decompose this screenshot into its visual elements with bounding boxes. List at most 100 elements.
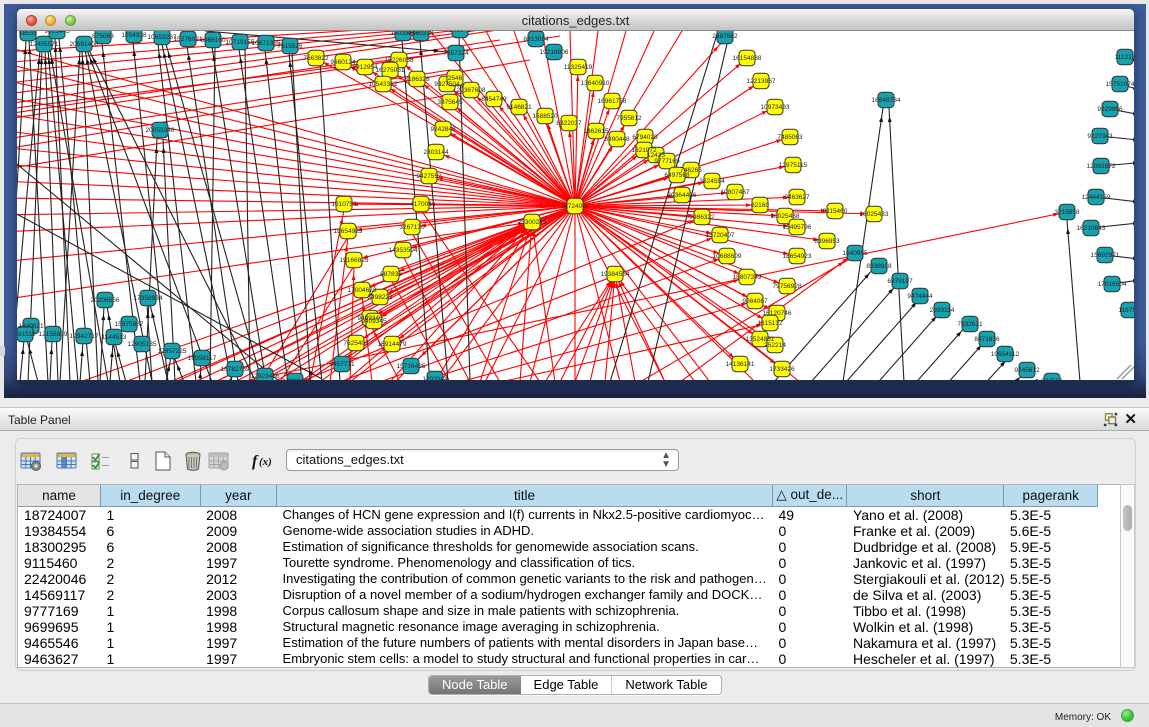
- svg-text:12923466: 12923466: [251, 373, 280, 380]
- svg-text:9427552: 9427552: [416, 173, 442, 180]
- svg-text:3267130: 3267130: [399, 224, 425, 231]
- svg-text:2933114: 2933114: [930, 307, 955, 314]
- svg-text:1733426: 1733426: [769, 366, 795, 373]
- svg-text:79756928: 79756928: [773, 283, 802, 290]
- svg-text:10688609: 10688609: [713, 253, 742, 260]
- svg-text:3624554: 3624554: [699, 178, 725, 185]
- svg-text:18535: 18535: [19, 31, 37, 37]
- svg-text:9084067: 9084067: [742, 298, 768, 305]
- svg-text:20364436: 20364436: [668, 192, 697, 199]
- svg-text:10025433: 10025433: [860, 211, 889, 218]
- svg-text:10719155: 10719155: [226, 39, 255, 46]
- svg-text:12093872: 12093872: [1087, 163, 1116, 170]
- svg-text:16914479: 16914479: [378, 341, 407, 348]
- svg-text:8471636: 8471636: [974, 336, 1000, 343]
- svg-text:10654112: 10654112: [991, 351, 1020, 358]
- svg-text:11325419: 11325419: [564, 64, 593, 71]
- svg-text:7485063: 7485063: [777, 134, 803, 141]
- svg-text:1640955: 1640955: [842, 250, 868, 257]
- svg-text:18807249: 18807249: [733, 274, 762, 281]
- svg-text:10025438: 10025438: [771, 213, 800, 220]
- svg-text:1144513: 1144513: [102, 334, 127, 341]
- svg-text:12156859: 12156859: [39, 331, 68, 338]
- svg-text:6497568: 6497568: [664, 172, 690, 179]
- svg-text:9227343: 9227343: [1087, 133, 1113, 140]
- svg-text:8990448: 8990448: [604, 136, 630, 143]
- svg-text:18654923: 18654923: [334, 228, 363, 235]
- svg-text:2546: 2546: [448, 75, 463, 82]
- svg-text:17957225: 17957225: [158, 348, 187, 355]
- svg-text:1362615: 1362615: [583, 128, 609, 135]
- svg-text:29367608: 29367608: [457, 87, 486, 94]
- svg-text:15716485: 15716485: [397, 363, 426, 370]
- svg-text:8996953: 8996953: [814, 238, 840, 245]
- svg-text:14353594: 14353594: [389, 247, 418, 254]
- svg-text:9146821: 9146821: [506, 104, 532, 111]
- svg-text:6966160: 6966160: [200, 37, 226, 44]
- svg-text:417004: 417004: [410, 201, 432, 208]
- svg-text:16210643: 16210643: [1077, 225, 1106, 232]
- svg-text:15692971: 15692971: [1091, 252, 1120, 259]
- svg-text:17016504: 17016504: [1098, 281, 1127, 288]
- svg-text:8186328: 8186328: [404, 76, 430, 83]
- svg-text:12975115: 12975115: [779, 162, 808, 169]
- svg-text:8813054: 8813054: [523, 36, 549, 43]
- svg-text:10653287: 10653287: [148, 34, 177, 41]
- svg-text:10958117: 10958117: [188, 355, 217, 362]
- svg-text:16648784: 16648784: [872, 97, 901, 104]
- svg-text:12213967: 12213967: [747, 78, 776, 85]
- svg-text:19218906: 19218906: [540, 49, 569, 56]
- svg-text:6879197: 6879197: [887, 278, 913, 285]
- svg-text:7625402: 7625402: [343, 340, 369, 347]
- svg-text:10973493: 10973493: [761, 104, 790, 111]
- svg-text:7955812: 7955812: [616, 115, 642, 122]
- svg-text:1588520: 1588520: [532, 113, 558, 120]
- svg-text:9245612: 9245612: [1014, 367, 1040, 374]
- svg-text:1203344: 1203344: [422, 376, 448, 381]
- svg-text:20053346: 20053346: [146, 127, 175, 134]
- svg-text:9457771: 9457771: [329, 361, 355, 368]
- svg-text:9409345: 9409345: [361, 318, 387, 325]
- svg-text:12905135: 12905135: [128, 341, 157, 348]
- svg-text:1615132: 1615132: [757, 320, 783, 327]
- svg-text:15226058: 15226058: [385, 57, 414, 64]
- svg-text:20691406: 20691406: [70, 41, 99, 48]
- svg-text:3875645: 3875645: [437, 99, 463, 106]
- svg-text:7632621: 7632621: [957, 321, 983, 328]
- svg-text:18654923: 18654923: [783, 253, 812, 260]
- svg-text:2387682: 2387682: [712, 33, 738, 40]
- svg-text:10807487: 10807487: [721, 189, 750, 196]
- svg-text:62160: 62160: [751, 202, 769, 209]
- svg-text:17004673: 17004673: [348, 287, 377, 294]
- svg-text:16154838: 16154838: [733, 55, 762, 62]
- svg-text:1292346: 1292346: [282, 378, 308, 381]
- svg-text:391511: 391511: [17, 331, 36, 338]
- svg-text:7663822: 7663822: [303, 55, 329, 62]
- svg-text:924561: 924561: [1041, 378, 1063, 381]
- svg-text:887833: 887833: [380, 271, 402, 278]
- svg-text:1010753: 1010753: [331, 201, 357, 208]
- svg-text:18724007: 18724007: [561, 203, 590, 210]
- svg-text:875063: 875063: [92, 33, 114, 40]
- svg-text:19166825: 19166825: [340, 257, 369, 264]
- svg-text:15495796: 15495796: [783, 224, 812, 231]
- svg-text:20206556: 20206556: [91, 297, 120, 304]
- svg-text:8322037: 8322037: [556, 120, 582, 127]
- svg-text:19384554: 19384554: [601, 271, 630, 278]
- svg-text:3498222: 3498222: [367, 294, 393, 301]
- svg-text:203346: 203346: [449, 31, 471, 34]
- svg-text:16961758: 16961758: [598, 98, 627, 105]
- svg-text:9063445: 9063445: [44, 31, 70, 35]
- svg-text:7986322: 7986322: [689, 214, 715, 221]
- svg-text:12405571: 12405571: [30, 41, 59, 48]
- svg-text:2803144: 2803144: [423, 149, 449, 156]
- svg-text:1054338: 1054338: [121, 32, 147, 39]
- svg-text:15975887: 15975887: [115, 321, 144, 328]
- svg-text:9160338: 9160338: [408, 31, 434, 37]
- svg-text:15751074: 15751074: [1106, 81, 1134, 88]
- svg-text:8912954: 8912954: [352, 64, 378, 71]
- svg-text:9115460: 9115460: [823, 208, 848, 215]
- svg-text:16275051: 16275051: [376, 67, 405, 74]
- svg-text:8454749: 8454749: [481, 96, 507, 103]
- svg-text:111213: 111213: [1115, 54, 1134, 61]
